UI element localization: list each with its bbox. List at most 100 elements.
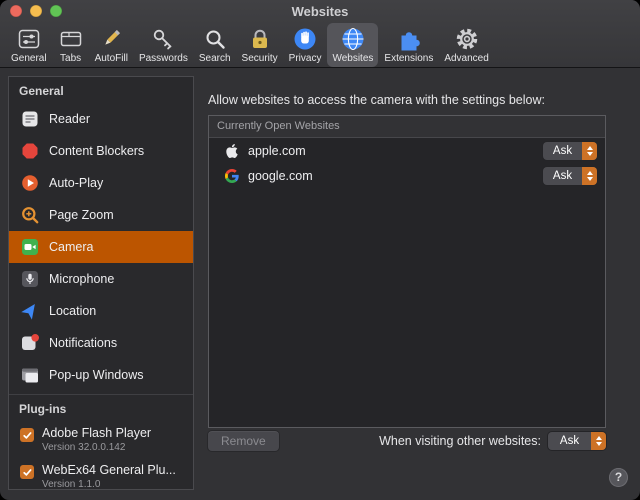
toolbar-item-label: Security [242, 53, 278, 64]
plugin-version: Version 1.1.0 [42, 478, 176, 490]
popup-value: Ask [543, 145, 582, 157]
toolbar-item-extensions[interactable]: Extensions [379, 23, 438, 67]
plugin-version: Version 32.0.0.142 [42, 441, 151, 454]
location-arrow-icon [20, 301, 40, 321]
plugin-checkbox[interactable] [20, 428, 34, 442]
sidebar-section-plugins: Plug-ins [9, 395, 193, 421]
sidebar-item-label: Location [49, 304, 96, 318]
sidebar-item-label: Page Zoom [49, 208, 114, 222]
sidebar-item-label: Notifications [49, 336, 117, 350]
camera-icon [20, 237, 40, 257]
site-name: apple.com [248, 144, 535, 158]
sidebar-item-label: Reader [49, 112, 90, 126]
toolbar-item-passwords[interactable]: Passwords [134, 23, 193, 67]
sidebar-item-reader[interactable]: Reader [9, 103, 193, 135]
general-switches-icon [16, 26, 42, 52]
popup-value: Ask [543, 170, 582, 182]
tabs-icon [58, 26, 84, 52]
toolbar-item-autofill[interactable]: AutoFill [90, 23, 133, 67]
safari-preferences-window: Websites General Tabs AutoFill [0, 0, 640, 500]
table-header: Currently Open Websites [209, 116, 605, 138]
toolbar-item-label: Privacy [289, 53, 322, 64]
sidebar-item-microphone[interactable]: Microphone [9, 263, 193, 295]
notification-badge-icon [20, 333, 40, 353]
toolbar-item-label: Websites [332, 53, 373, 64]
preferences-toolbar: General Tabs AutoFill Passwords [0, 22, 640, 67]
sidebar-item-label: Content Blockers [49, 144, 144, 158]
puzzle-icon [396, 26, 422, 52]
toolbar-item-label: Advanced [444, 53, 488, 64]
titlebar: Websites [0, 0, 640, 22]
zoom-button[interactable] [50, 5, 62, 17]
zoom-magnifier-icon [20, 205, 40, 225]
plugin-name: Adobe Flash Player [42, 426, 151, 441]
site-name: google.com [248, 169, 535, 183]
sidebar-item-pop-up-windows[interactable]: Pop-up Windows [9, 359, 193, 391]
toolbar-item-label: Tabs [60, 53, 81, 64]
toolbar-item-security[interactable]: Security [237, 23, 283, 67]
microphone-icon [20, 269, 40, 289]
sidebar-item-label: Auto-Play [49, 176, 103, 190]
pencil-icon [98, 26, 124, 52]
sidebar-item-label: Camera [49, 240, 93, 254]
chevron-updown-icon [582, 142, 597, 160]
reader-icon [20, 109, 40, 129]
websites-sidebar: General Reader Content Blockers Auto-Pla… [8, 76, 194, 490]
close-button[interactable] [10, 5, 22, 17]
toolbar-item-advanced[interactable]: Advanced [439, 23, 493, 67]
help-button[interactable]: ? [609, 468, 628, 487]
chevron-updown-icon [582, 167, 597, 185]
globe-icon [340, 26, 366, 52]
toolbar-item-websites[interactable]: Websites [327, 23, 378, 67]
toolbar-item-label: General [11, 53, 47, 64]
toolbar-item-search[interactable]: Search [194, 23, 236, 67]
sidebar-item-label: Microphone [49, 272, 114, 286]
magnifier-icon [202, 26, 228, 52]
sidebar-item-camera[interactable]: Camera [9, 231, 193, 263]
plugin-checkbox[interactable] [20, 465, 34, 479]
stop-octagon-icon [20, 141, 40, 161]
hand-icon [292, 26, 318, 52]
other-websites-popup[interactable]: Ask [548, 432, 606, 450]
traffic-lights [10, 5, 62, 17]
other-websites-label: When visiting other websites: [379, 434, 541, 448]
sidebar-item-page-zoom[interactable]: Page Zoom [9, 199, 193, 231]
sidebar-item-location[interactable]: Location [9, 295, 193, 327]
plugin-item-webex[interactable]: WebEx64 General Plu... Version 1.1.0 [9, 458, 193, 490]
popup-window-icon [20, 365, 40, 385]
table-footer: Remove When visiting other websites: Ask [208, 431, 606, 451]
toolbar-item-general[interactable]: General [6, 23, 52, 67]
sidebar-item-content-blockers[interactable]: Content Blockers [9, 135, 193, 167]
table-row[interactable]: google.com Ask [209, 163, 605, 188]
sidebar-item-notifications[interactable]: Notifications [9, 327, 193, 359]
toolbar-item-label: Passwords [139, 53, 188, 64]
google-logo-icon [224, 168, 240, 184]
sidebar-item-label: Pop-up Windows [49, 368, 144, 382]
apple-logo-icon [224, 143, 240, 159]
play-circle-icon [20, 173, 40, 193]
plugin-item-adobe-flash[interactable]: Adobe Flash Player Version 32.0.0.142 [9, 421, 193, 458]
toolbar-item-label: AutoFill [95, 53, 128, 64]
window-chrome: Websites General Tabs AutoFill [0, 0, 640, 68]
minimize-button[interactable] [30, 5, 42, 17]
plugin-name: WebEx64 General Plu... [42, 463, 176, 478]
toolbar-item-tabs[interactable]: Tabs [53, 23, 89, 67]
chevron-updown-icon [591, 432, 606, 450]
toolbar-item-privacy[interactable]: Privacy [284, 23, 327, 67]
lock-icon [247, 26, 273, 52]
key-icon [150, 26, 176, 52]
table-row[interactable]: apple.com Ask [209, 138, 605, 163]
panel-description: Allow websites to access the camera with… [208, 93, 545, 107]
remove-button[interactable]: Remove [208, 431, 279, 451]
permission-popup-apple[interactable]: Ask [543, 142, 597, 160]
window-title: Websites [0, 0, 640, 23]
permission-popup-google[interactable]: Ask [543, 167, 597, 185]
popup-value: Ask [548, 435, 591, 447]
currently-open-websites-table: Currently Open Websites apple.com Ask go… [208, 115, 606, 428]
toolbar-item-label: Search [199, 53, 231, 64]
gear-icon [454, 26, 480, 52]
sidebar-section-general: General [9, 77, 193, 103]
sidebar-item-auto-play[interactable]: Auto-Play [9, 167, 193, 199]
other-websites-setting: When visiting other websites: Ask [379, 432, 606, 450]
toolbar-item-label: Extensions [384, 53, 433, 64]
